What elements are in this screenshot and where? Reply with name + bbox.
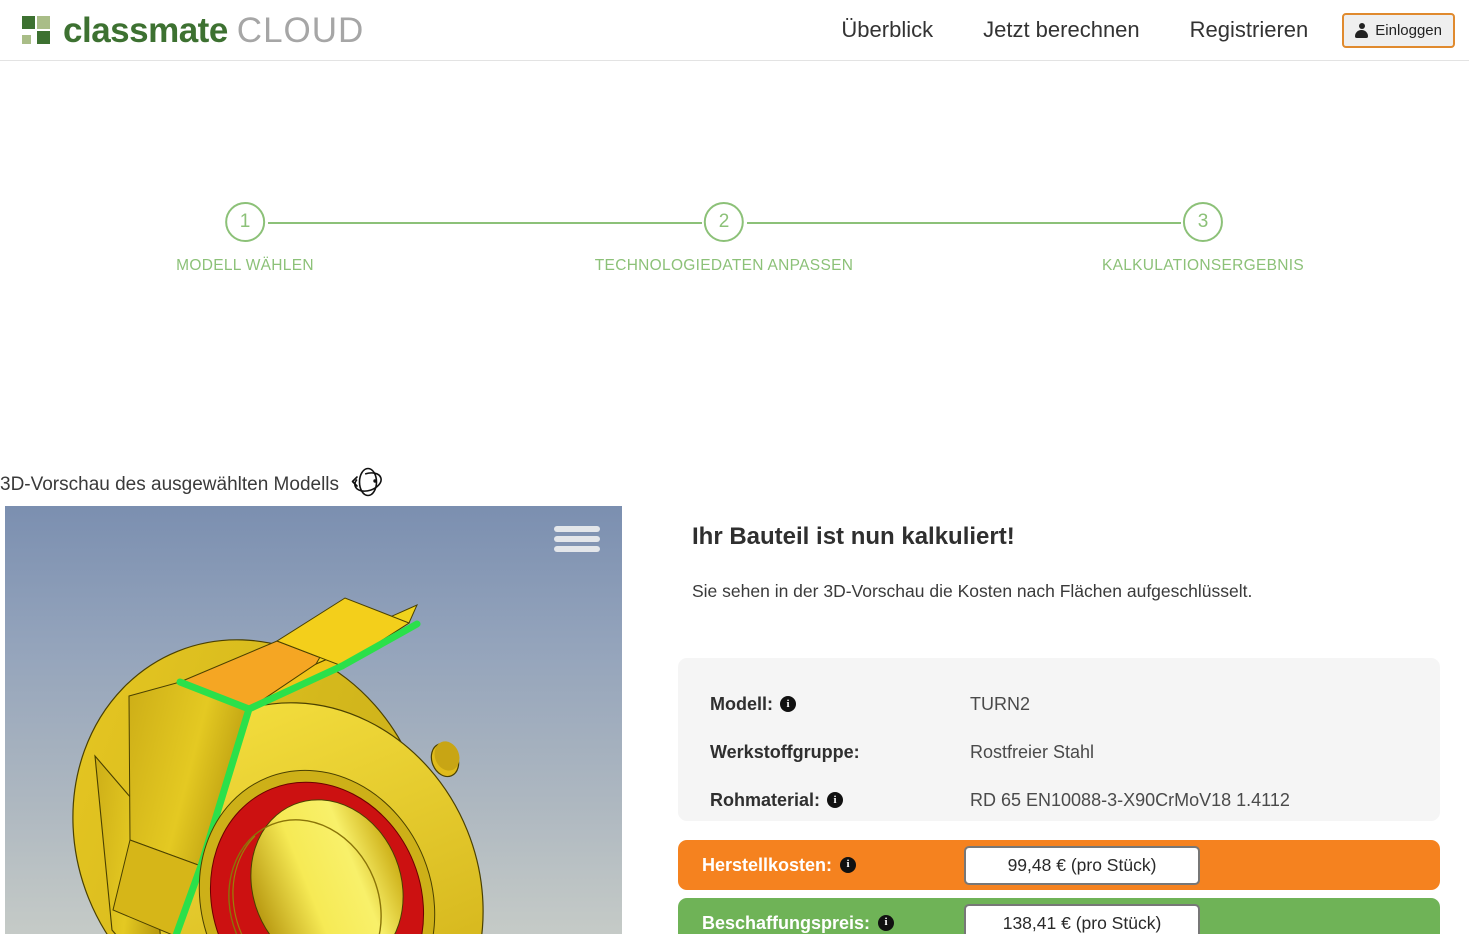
info-icon-modell[interactable]: i (780, 696, 796, 712)
brand-name: classmate (63, 13, 228, 48)
preview-title-row: 3D-Vorschau des ausgewählten Modells (0, 467, 384, 502)
classmate-squares-logo-icon (18, 14, 52, 46)
hamburger-menu-icon[interactable] (554, 520, 600, 558)
detail-value-rohmaterial: RD 65 EN10088-3-X90CrMoV18 1.4112 (970, 790, 1290, 811)
login-button[interactable]: Einloggen (1342, 13, 1455, 48)
result-heading: Ihr Bauteil ist nun kalkuliert! (692, 523, 1452, 551)
info-icon-herstellkosten[interactable]: i (840, 857, 856, 873)
detail-label-modell: Modell: (710, 694, 773, 715)
brand-subname: CLOUD (237, 13, 365, 48)
detail-value-werkstoffgruppe: Rostfreier Stahl (970, 742, 1094, 763)
cost-label-herstellkosten: Herstellkosten: i (702, 853, 964, 877)
cost-bar-beschaffungspreis: Beschaffungspreis: i 138,41 € (pro Stück… (678, 898, 1440, 934)
detail-row-werkstoffgruppe: Werkstoffgruppe: Rostfreier Stahl (710, 728, 1440, 776)
detail-key-modell: Modell: i (710, 694, 970, 715)
step-2-label: TECHNOLOGIEDATEN ANPASSEN (595, 257, 853, 275)
part-details-box: Modell: i TURN2 Werkstoffgruppe: Rostfre… (678, 658, 1440, 821)
progress-stepper: 1 MODELL WÄHLEN 2 TECHNOLOGIEDATEN ANPAS… (0, 83, 1469, 203)
cost-summary: Herstellkosten: i 99,48 € (pro Stück) Be… (678, 840, 1440, 934)
3d-model-viewer[interactable] (5, 506, 622, 934)
stepper-step-1[interactable]: 1 MODELL WÄHLEN (176, 202, 314, 275)
info-icon-rohmaterial[interactable]: i (827, 792, 843, 808)
person-icon (1355, 23, 1368, 38)
step-1-number[interactable]: 1 (225, 202, 265, 242)
site-header: classmate CLOUD Überblick Jetzt berechne… (0, 0, 1469, 61)
detail-key-werkstoffgruppe: Werkstoffgruppe: (710, 742, 970, 763)
step-3-label: KALKULATIONSERGEBNIS (1102, 257, 1304, 275)
detail-value-modell: TURN2 (970, 694, 1030, 715)
cost-label-text-herstellkosten: Herstellkosten: (702, 853, 832, 877)
detail-row-rohmaterial: Rohmaterial: i RD 65 EN10088-3-X90CrMoV1… (710, 776, 1440, 824)
nav-link-jetzt-berechnen[interactable]: Jetzt berechnen (983, 17, 1140, 43)
preview-title-text: 3D-Vorschau des ausgewählten Modells (0, 474, 339, 496)
step-1-label: MODELL WÄHLEN (176, 257, 314, 275)
step-3-number[interactable]: 3 (1183, 202, 1223, 242)
login-button-label: Einloggen (1375, 22, 1442, 39)
cost-label-text-beschaffungspreis: Beschaffungspreis: (702, 911, 870, 934)
stepper-step-3[interactable]: 3 KALKULATIONSERGEBNIS (1102, 202, 1304, 275)
cost-label-beschaffungspreis: Beschaffungspreis: i (702, 911, 964, 934)
cost-bar-herstellkosten: Herstellkosten: i 99,48 € (pro Stück) (678, 840, 1440, 890)
stepper-step-2[interactable]: 2 TECHNOLOGIEDATEN ANPASSEN (595, 202, 853, 275)
detail-row-modell: Modell: i TURN2 (710, 680, 1440, 728)
main-navigation: Überblick Jetzt berechnen Registrieren E… (841, 13, 1455, 48)
result-panel: Ihr Bauteil ist nun kalkuliert! Sie sehe… (692, 523, 1452, 602)
result-subheading: Sie sehen in der 3D-Vorschau die Kosten … (692, 581, 1452, 602)
brand-logo[interactable]: classmate CLOUD (18, 13, 364, 48)
step-2-number[interactable]: 2 (704, 202, 744, 242)
detail-key-rohmaterial: Rohmaterial: i (710, 790, 970, 811)
detail-label-werkstoffgruppe: Werkstoffgruppe: (710, 742, 860, 763)
nav-link-ueberblick[interactable]: Überblick (841, 17, 933, 43)
info-icon-beschaffungspreis[interactable]: i (878, 915, 894, 931)
detail-label-rohmaterial: Rohmaterial: (710, 790, 820, 811)
cad-model-render (5, 506, 622, 934)
nav-link-registrieren[interactable]: Registrieren (1190, 17, 1309, 43)
cost-value-beschaffungspreis: 138,41 € (pro Stück) (964, 904, 1200, 934)
3d-rotate-icon[interactable] (350, 467, 384, 502)
cost-value-herstellkosten: 99,48 € (pro Stück) (964, 846, 1200, 885)
